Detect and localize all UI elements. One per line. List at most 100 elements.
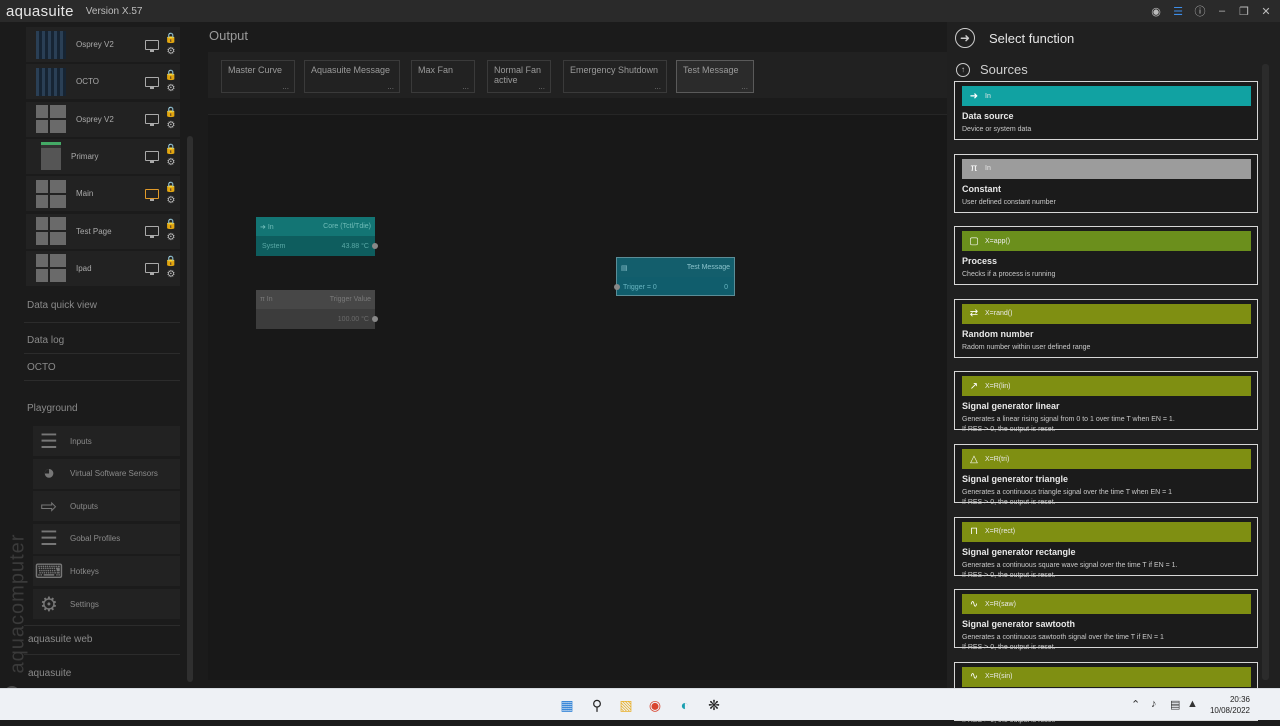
aquasuite-taskbar-icon[interactable]: ❋ [705, 697, 723, 713]
playground-item[interactable]: ◕ Virtual Software Sensors [33, 458, 180, 489]
microphone-icon[interactable]: ♪ [1151, 698, 1157, 710]
output-max-fan[interactable]: Max Fan... [411, 60, 475, 93]
function-tag-bar: ∿ X=R(sin) [962, 666, 1251, 687]
panel-scrollbar[interactable] [1262, 64, 1269, 680]
gear-icon[interactable]: ⚙ [167, 194, 176, 207]
sidebar-page-row[interactable]: Ipad 🔒 ⚙ [26, 250, 180, 286]
sidebar-page-row[interactable]: Primary 🔒 ⚙ [26, 138, 180, 174]
sidebar-page-row[interactable]: OCTO 🔒 ⚙ [26, 64, 180, 100]
monitor-icon[interactable] [145, 39, 159, 52]
function-card[interactable]: ↗ X=R(lin) Signal generator linear Generate… [954, 371, 1258, 433]
monitor-icon[interactable] [145, 114, 159, 127]
back-arrow-icon[interactable]: ➜ [955, 28, 975, 48]
lock-icon[interactable]: 🔒 [165, 181, 177, 194]
camera-icon[interactable]: ◉ [1148, 3, 1164, 19]
gear-icon[interactable]: ⚙ [167, 45, 176, 58]
page-thumbnail [36, 105, 66, 134]
function-card[interactable]: △ X=R(tri) Signal generator triangle Genera… [954, 444, 1258, 506]
output-port[interactable] [372, 243, 378, 249]
gear-icon[interactable]: ⚙ [167, 119, 176, 132]
collapse-arrow-icon[interactable]: ↑ [956, 62, 970, 77]
windows-start-icon[interactable]: ▦ [558, 697, 576, 713]
gear-icon[interactable]: ⚙ [167, 156, 176, 169]
output-icon: ⇨ [40, 495, 58, 518]
playground-item[interactable]: ⚙ Settings [33, 589, 180, 619]
menu-playground[interactable]: Playground [27, 403, 78, 414]
restore-icon[interactable]: ❐ [1236, 3, 1252, 19]
function-card[interactable]: ⇄ X=rand() Random number Radom number withi… [954, 298, 1258, 358]
rect-icon: ⊓ [970, 526, 978, 538]
layers-icon[interactable]: ☰ [1170, 3, 1186, 19]
output-aquasuite-message[interactable]: Aquasuite Message... [304, 60, 400, 93]
monitor-icon[interactable] [145, 226, 159, 238]
playground-item[interactable]: ☰ Gobal Profiles [33, 523, 180, 554]
search-icon[interactable]: ⚲ [588, 697, 606, 713]
playground-item[interactable]: ☰ Inputs [33, 426, 180, 456]
monitor-icon[interactable] [145, 188, 159, 201]
lock-icon[interactable]: 🔒 [165, 143, 177, 156]
lock-icon[interactable]: 🔒 [165, 255, 177, 268]
monitor-icon[interactable] [145, 76, 159, 89]
function-title: Data source [962, 111, 1014, 121]
sidebar-scrollbar[interactable] [187, 136, 193, 682]
monitor-icon[interactable] [145, 151, 159, 164]
divider [24, 625, 180, 626]
gear-icon[interactable]: ⚙ [167, 231, 176, 244]
function-card[interactable]: ⊓ X=R(rect) Signal generator rectangle Gene… [954, 516, 1258, 579]
output-port[interactable] [372, 316, 378, 322]
output-normal-fan[interactable]: Normal Fan active... [487, 60, 551, 93]
function-card[interactable]: ➜ In Data source Device or system data [954, 81, 1258, 140]
monitor-icon[interactable] [145, 263, 159, 276]
node-canvas[interactable]: ➜ In Core (Tctl/Tdie) System 43.88 °C π … [208, 114, 947, 680]
function-card[interactable]: π In Constant User defined constant number [954, 153, 1258, 213]
panel-title: Select function [989, 30, 1075, 46]
function-title: Process [962, 256, 998, 267]
sidebar-page-row[interactable]: Osprey V2 🔒 ⚙ [26, 27, 180, 62]
output-master-curve[interactable]: Master Curve... [221, 60, 295, 93]
menu-octo[interactable]: OCTO [27, 362, 56, 373]
constant-node[interactable]: π In Trigger Value 100.00 °C [256, 290, 378, 329]
clock[interactable]: 20:36 10/08/2022 [1210, 694, 1250, 716]
file-explorer-icon[interactable]: ▧ [617, 697, 635, 713]
network-icon[interactable]: ▤ [1170, 698, 1180, 711]
lock-icon[interactable]: 🔒 [165, 106, 177, 119]
output-emergency-shutdown[interactable]: Emergency Shutdown... [563, 60, 667, 93]
close-icon[interactable]: ✕ [1258, 3, 1274, 19]
function-description: Generates a continuous sawtooth signal o… [962, 634, 1164, 652]
keyboard-icon: ⌨ [34, 560, 64, 583]
sidebar-page-row[interactable]: Test Page 🔒 ⚙ [26, 213, 180, 249]
sources-section-header[interactable]: ↑ Sources [956, 62, 1028, 77]
lock-icon[interactable]: 🔒 [165, 69, 177, 82]
function-description: Device or system data [962, 126, 1032, 133]
output-test-message[interactable]: Test Message... [676, 60, 754, 93]
sidebar-page-row[interactable]: Main 🔒 ⚙ [26, 176, 180, 212]
window-controls: ◉ ☰ ⓘ – ❐ ✕ [1148, 3, 1274, 19]
playground-item[interactable]: ⌨ Hotkeys [33, 556, 180, 587]
tray-chevron-icon[interactable]: ⌃ [1131, 698, 1140, 711]
sidebar-page-row[interactable]: Osprey V2 🔒 ⚙ [26, 101, 180, 137]
menu-aquasuite-web[interactable]: aquasuite web [28, 634, 93, 645]
gear-icon[interactable]: ⚙ [167, 82, 176, 95]
function-card[interactable]: ▢ X=app() Process Checks if a process is ru… [954, 226, 1258, 286]
function-description: User defined constant number [962, 198, 1056, 206]
data-source-node[interactable]: ➜ In Core (Tctl/Tdie) System 43.88 °C [256, 217, 378, 256]
speaker-icon[interactable]: ▲ [1187, 698, 1198, 710]
menu-data-log[interactable]: Data log [27, 335, 64, 346]
function-card[interactable]: ∿ X=R(saw) Signal generator sawtooth Genera… [954, 589, 1258, 651]
function-description: Radom number within user defined range [962, 343, 1091, 351]
minimize-icon[interactable]: – [1214, 3, 1230, 19]
gear-icon[interactable]: ⚙ [167, 268, 176, 281]
input-port[interactable] [614, 284, 620, 290]
menu-aquasuite[interactable]: aquasuite [28, 668, 71, 679]
triangle-icon: △ [970, 453, 978, 465]
lock-icon[interactable]: 🔒 [165, 32, 177, 45]
info-icon[interactable]: ⓘ [1192, 3, 1208, 19]
lock-icon[interactable]: 🔒 [165, 218, 177, 231]
playground-item[interactable]: ⇨ Outputs [33, 491, 180, 522]
menu-data-quick-view[interactable]: Data quick view [27, 300, 97, 311]
function-description: Generates a continuous square wave signa… [962, 561, 1178, 579]
shuffle-icon: ⇄ [969, 308, 979, 320]
chrome-icon[interactable]: ◉ [646, 697, 664, 713]
edge-icon[interactable]: ◐ [676, 697, 694, 713]
test-message-node[interactable]: ▤ Test Message Trigger = 0 0 [614, 257, 735, 296]
